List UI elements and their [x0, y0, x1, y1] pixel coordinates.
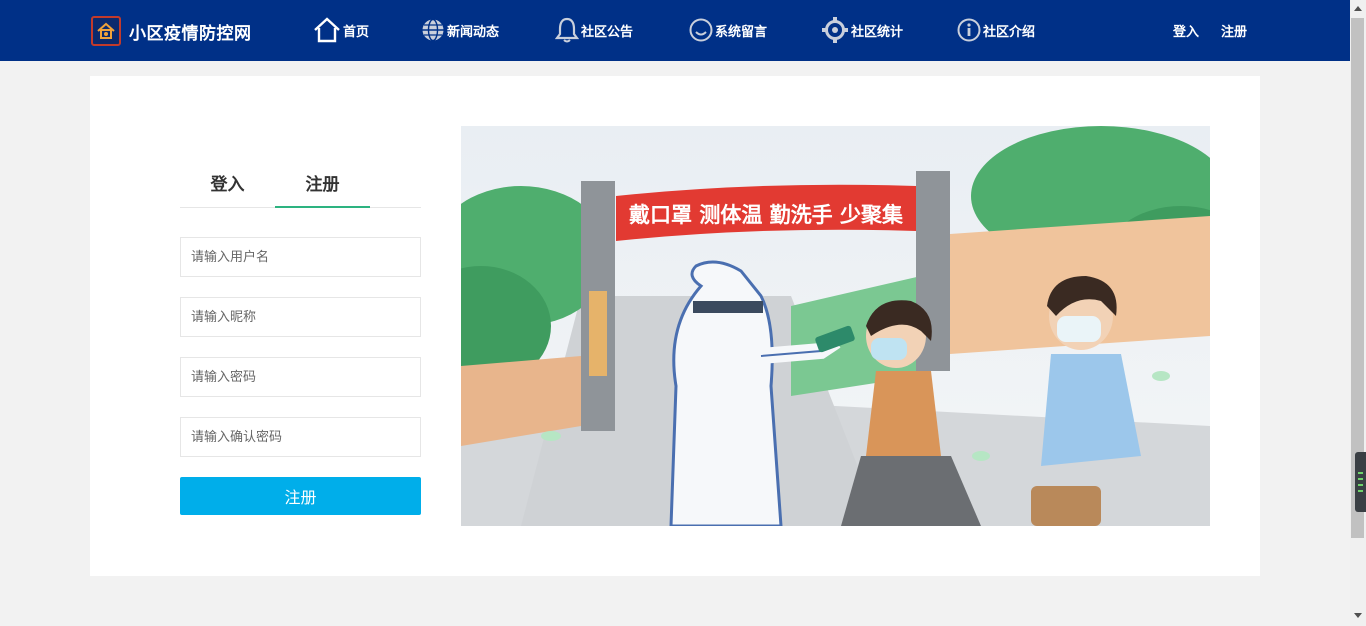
login-link[interactable]: 登入: [1173, 21, 1199, 40]
auth-tabs: 登入 注册: [180, 174, 421, 208]
gear-icon: [822, 17, 848, 43]
nickname-input[interactable]: [180, 297, 421, 337]
nav-label: 社区统计: [851, 24, 904, 40]
register-link[interactable]: 注册: [1221, 21, 1247, 40]
side-widget-tab[interactable]: [1355, 452, 1366, 512]
nav-label: 社区介绍: [983, 24, 1036, 40]
nav-label: 系统留言: [715, 24, 768, 40]
nav-item-about[interactable]: 社区介绍: [957, 16, 1035, 44]
home-icon: [314, 17, 340, 43]
nav-label: 社区公告: [581, 24, 634, 40]
nav-item-home[interactable]: 首页: [313, 16, 369, 44]
nav-item-notice[interactable]: 社区公告: [555, 16, 633, 44]
vertical-scrollbar[interactable]: [1350, 0, 1366, 626]
confirm-password-input[interactable]: [180, 417, 421, 457]
epidemic-prevention-illustration: 戴口罩 测体温 勤洗手 少聚集: [461, 126, 1210, 526]
globe-icon: [422, 18, 444, 42]
register-submit-button[interactable]: 注册: [180, 477, 421, 515]
site-title: 小区疫情防控网: [129, 23, 252, 44]
tab-login[interactable]: 登入: [180, 174, 275, 206]
top-navbar: 小区疫情防控网 首页 新闻动态 社区公告 系统留言 社区统计 社区介绍 登入 注…: [0, 0, 1350, 61]
info-icon: [957, 18, 981, 42]
nav-item-news[interactable]: 新闻动态: [421, 16, 499, 44]
nav-item-statistics[interactable]: 社区统计: [821, 16, 903, 44]
tab-register[interactable]: 注册: [275, 174, 370, 208]
password-input[interactable]: [180, 357, 421, 397]
nav-label: 新闻动态: [447, 24, 500, 40]
slogan-text: 戴口罩 测体温 勤洗手 少聚集: [629, 203, 904, 227]
smile-icon: [689, 18, 713, 42]
bell-icon: [555, 17, 579, 43]
nav-label: 首页: [343, 24, 370, 40]
house-logo-icon: [91, 16, 121, 46]
scroll-up-icon[interactable]: [1354, 6, 1362, 11]
nav-item-messages[interactable]: 系统留言: [689, 16, 767, 44]
scroll-down-icon[interactable]: [1354, 613, 1362, 618]
site-brand[interactable]: 小区疫情防控网: [91, 15, 252, 47]
username-input[interactable]: [180, 237, 421, 277]
main-card: 登入 注册 注册: [90, 76, 1260, 576]
